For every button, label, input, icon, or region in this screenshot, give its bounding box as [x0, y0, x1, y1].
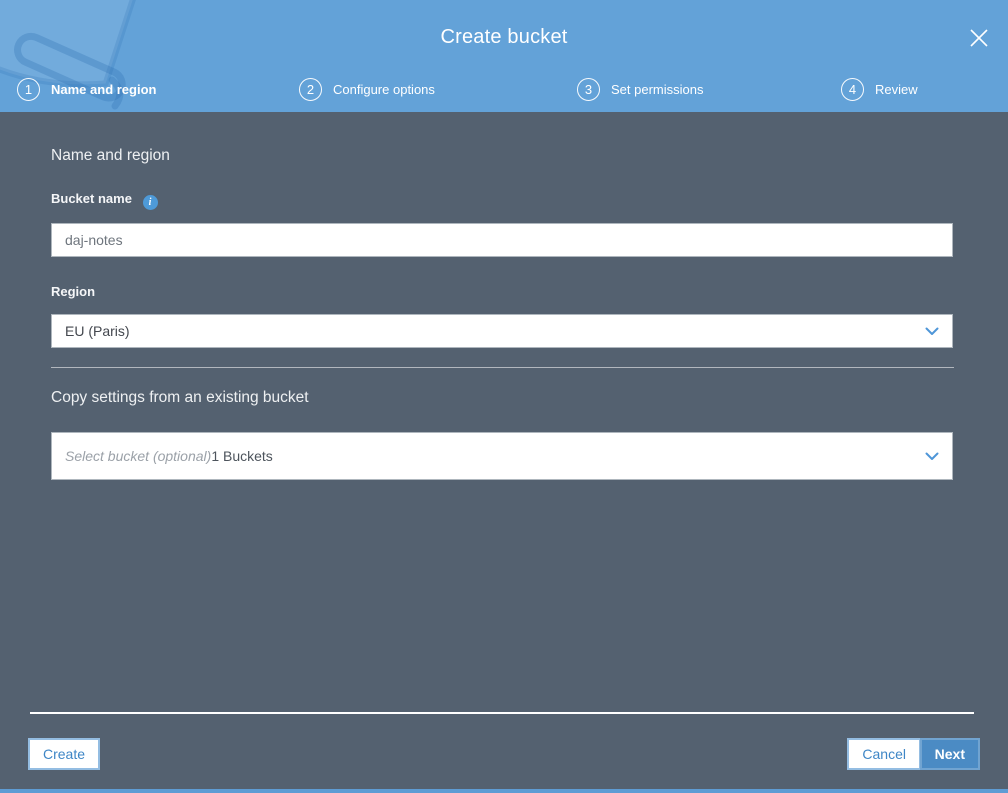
bucket-count-text: 1 Buckets: [211, 448, 273, 464]
close-button[interactable]: [966, 26, 992, 52]
copy-settings-bucket-select[interactable]: Select bucket (optional) 1 Buckets: [51, 432, 953, 480]
step-1-number: 1: [17, 78, 40, 101]
bucket-name-label: Bucket name i: [51, 191, 158, 210]
chevron-down-icon: [925, 327, 939, 336]
create-button[interactable]: Create: [28, 738, 101, 770]
bucket-name-input[interactable]: [51, 223, 953, 257]
step-3-label: Set permissions: [611, 82, 704, 97]
step-3-number: 3: [577, 78, 600, 101]
bucket-select-placeholder: Select bucket (optional): [65, 448, 212, 464]
step-configure-options[interactable]: 2 Configure options: [299, 78, 435, 101]
region-selected-value: EU (Paris): [65, 323, 130, 339]
next-button[interactable]: Next: [919, 738, 980, 770]
region-label: Region: [51, 284, 96, 299]
step-2-label: Configure options: [333, 82, 435, 97]
close-icon: [970, 28, 988, 47]
footer-divider: [30, 712, 974, 714]
step-4-label: Review: [875, 82, 918, 97]
step-review[interactable]: 4 Review: [841, 78, 918, 101]
section-title-name-and-region: Name and region: [51, 147, 170, 164]
create-bucket-dialog: Create bucket 1 Name and region 2 Config…: [0, 0, 1008, 793]
cancel-button[interactable]: Cancel: [847, 738, 921, 770]
step-set-permissions[interactable]: 3 Set permissions: [577, 78, 703, 101]
dialog-title: Create bucket: [440, 26, 568, 48]
dialog-header: Create bucket 1 Name and region 2 Config…: [0, 0, 1008, 112]
step-name-and-region[interactable]: 1 Name and region: [17, 78, 156, 101]
section-divider: [51, 367, 954, 368]
bottom-accent-strip: [0, 789, 1008, 793]
section-title-copy-settings: Copy settings from an existing bucket: [51, 389, 309, 406]
chevron-down-icon: [925, 452, 939, 461]
step-2-number: 2: [299, 78, 322, 101]
bucket-name-label-text: Bucket name: [51, 191, 132, 206]
step-4-number: 4: [841, 78, 864, 101]
step-1-label: Name and region: [51, 82, 157, 97]
info-icon[interactable]: i: [142, 195, 158, 210]
region-select[interactable]: EU (Paris): [51, 314, 953, 348]
